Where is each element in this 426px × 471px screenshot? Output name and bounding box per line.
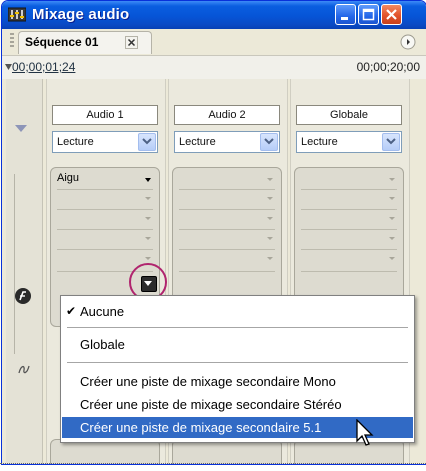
effect-slot-1[interactable]: Aigu xyxy=(57,172,79,184)
effect-slot-5-arrow[interactable] xyxy=(145,257,151,260)
slot-divider xyxy=(301,249,397,250)
effect-slot-5-arrow[interactable] xyxy=(389,257,395,260)
menu-separator xyxy=(67,327,408,328)
panel-tab-row: Séquence 01 xyxy=(2,29,426,55)
slot-divider xyxy=(179,189,275,190)
effect-slot-1-arrow[interactable] xyxy=(389,178,395,181)
effect-slot-1-arrow[interactable] xyxy=(267,178,273,181)
mixer-sidebar xyxy=(6,79,43,464)
automation-mode-value: Lecture xyxy=(301,136,338,148)
menu-item-create-mono-submix[interactable]: Créer une piste de mixage secondaire Mon… xyxy=(62,371,413,392)
menu-item-label: Créer une piste de mixage secondaire Mon… xyxy=(80,374,336,389)
slot-divider xyxy=(301,189,397,190)
tab-sequence[interactable]: Séquence 01 xyxy=(18,31,152,54)
effect-slot-4-arrow[interactable] xyxy=(145,237,151,240)
close-button[interactable] xyxy=(381,4,402,25)
effect-slot-2-arrow[interactable] xyxy=(145,197,151,200)
menu-item-globale[interactable]: Globale xyxy=(62,334,413,355)
menu-item-label: Créer une piste de mixage secondaire Sté… xyxy=(80,397,342,412)
minimize-icon xyxy=(341,17,348,20)
timecode-row: 00;00;01;24 00;00;20;00 xyxy=(2,55,426,80)
menu-item-label: Globale xyxy=(80,337,125,352)
slot-divider xyxy=(57,249,153,250)
effect-slot-5-arrow[interactable] xyxy=(267,257,273,260)
section-bracket xyxy=(14,174,15,354)
slot-divider xyxy=(57,209,153,210)
menu-item-create-stereo-submix[interactable]: Créer une piste de mixage secondaire Sté… xyxy=(62,394,413,415)
channel-name: Audio 1 xyxy=(52,105,158,125)
window-title: Mixage audio xyxy=(32,6,130,23)
audio-mixer-app-icon xyxy=(8,7,26,22)
slot-divider xyxy=(179,209,275,210)
effect-slot-3-arrow[interactable] xyxy=(145,217,151,220)
checkmark-icon: ✔ xyxy=(66,304,77,318)
panel-menu-icon[interactable] xyxy=(400,34,416,50)
audio-mixer-window: Mixage audio Séquence 01 00;00;01;24 00;… xyxy=(1,0,426,465)
mouse-pointer-icon xyxy=(356,419,374,446)
channel-name: Audio 2 xyxy=(174,105,280,125)
menu-item-aucune[interactable]: ✔ Aucune xyxy=(62,301,413,322)
automation-mode-select[interactable]: Lecture xyxy=(52,131,158,153)
close-icon[interactable] xyxy=(125,36,138,49)
sends-icon xyxy=(18,365,30,374)
effect-slot-2-arrow[interactable] xyxy=(389,197,395,200)
chevron-down-icon xyxy=(142,138,152,145)
slot-divider xyxy=(301,209,397,210)
slot-divider xyxy=(179,229,275,230)
maximize-icon xyxy=(362,8,375,21)
tab-grip[interactable] xyxy=(10,33,14,47)
maximize-button[interactable] xyxy=(358,4,379,25)
slot-divider xyxy=(301,271,397,272)
dotted-border xyxy=(0,463,426,464)
effects-icon xyxy=(15,288,31,304)
dropdown-button[interactable] xyxy=(260,133,278,151)
collapse-triangle-icon[interactable] xyxy=(15,125,27,133)
minimize-button[interactable] xyxy=(335,4,356,25)
effect-slot-3-arrow[interactable] xyxy=(389,217,395,220)
slot-divider xyxy=(301,229,397,230)
effect-slot-3-arrow[interactable] xyxy=(267,217,273,220)
effect-slot-menu-arrow[interactable] xyxy=(145,178,151,182)
close-icon xyxy=(386,9,397,20)
dropdown-button[interactable] xyxy=(138,133,156,151)
current-timecode[interactable]: 00;00;01;24 xyxy=(12,60,75,74)
effect-slot-4-arrow[interactable] xyxy=(389,237,395,240)
menu-separator xyxy=(67,362,408,363)
tab-label: Séquence 01 xyxy=(25,35,99,49)
slot-divider xyxy=(57,229,153,230)
effect-slot-4-arrow[interactable] xyxy=(267,237,273,240)
automation-mode-select[interactable]: Lecture xyxy=(174,131,280,153)
triangle-down-icon xyxy=(5,64,12,70)
automation-mode-value: Lecture xyxy=(57,136,94,148)
slot-divider xyxy=(57,189,153,190)
automation-mode-value: Lecture xyxy=(179,136,216,148)
channel-name: Globale xyxy=(296,105,402,125)
title-bar[interactable]: Mixage audio xyxy=(2,1,426,29)
menu-item-label: Aucune xyxy=(80,304,125,319)
duration-timecode: 00;00;20;00 xyxy=(356,60,420,74)
menu-item-label: Créer une piste de mixage secondaire 5.1 xyxy=(80,420,322,435)
effect-slot-2-arrow[interactable] xyxy=(267,197,273,200)
chevron-down-icon xyxy=(386,138,396,145)
slot-divider xyxy=(179,249,275,250)
automation-mode-select[interactable]: Lecture xyxy=(296,131,402,153)
slot-divider xyxy=(179,271,275,272)
dropdown-button[interactable] xyxy=(382,133,400,151)
chevron-down-icon xyxy=(264,138,274,145)
